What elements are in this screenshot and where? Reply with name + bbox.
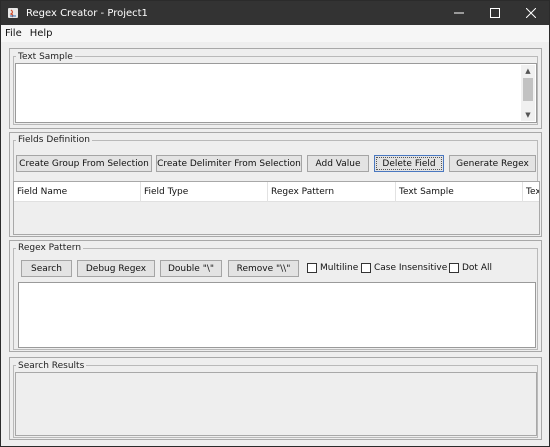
maximize-icon: [490, 8, 500, 18]
title-bar: Regex Creator - Project1: [1, 1, 549, 25]
scroll-down-icon[interactable]: ▼: [521, 109, 535, 121]
fields-definition-panel: Fields Definition Create Group From Sele…: [9, 132, 542, 237]
close-button[interactable]: [513, 1, 549, 25]
fields-definition-legend: Fields Definition: [16, 135, 92, 145]
java-app-icon: [7, 7, 19, 19]
menu-help[interactable]: Help: [26, 28, 57, 39]
search-results-area[interactable]: [15, 372, 537, 436]
create-delimiter-from-selection-button[interactable]: Create Delimiter From Selection: [156, 155, 302, 172]
regex-pattern-textarea[interactable]: [18, 282, 536, 348]
dot-all-label: Dot All: [462, 263, 492, 273]
scroll-up-icon[interactable]: ▲: [521, 65, 535, 77]
dot-all-checkbox[interactable]: Dot All: [449, 263, 492, 273]
text-sample-scrollbar[interactable]: ▲ ▼: [521, 65, 535, 121]
debug-regex-button[interactable]: Debug Regex: [77, 260, 155, 277]
menu-bar: File Help: [1, 25, 549, 42]
search-button[interactable]: Search: [21, 260, 72, 277]
fields-table[interactable]: Field Name Field Type Regex Pattern Text…: [13, 181, 540, 235]
case-insensitive-label: Case Insensitive: [374, 263, 448, 273]
multiline-checkbox-box[interactable]: [307, 263, 317, 273]
maximize-button[interactable]: [477, 1, 513, 25]
regex-pattern-legend: Regex Pattern: [16, 243, 84, 253]
case-insensitive-checkbox[interactable]: Case Insensitive: [361, 263, 447, 273]
dot-all-checkbox-box[interactable]: [449, 263, 459, 273]
menu-file[interactable]: File: [1, 28, 26, 39]
generate-regex-button[interactable]: Generate Regex: [449, 155, 536, 172]
scroll-thumb[interactable]: [523, 78, 533, 101]
minimize-icon: [454, 12, 464, 14]
app-window: Regex Creator - Project1 File Help Text …: [0, 0, 550, 447]
add-value-button[interactable]: Add Value: [307, 155, 369, 172]
search-results-legend: Search Results: [16, 361, 87, 371]
text-sample-textarea[interactable]: ▲ ▼: [15, 63, 537, 123]
search-results-panel: Search Results: [9, 357, 542, 440]
column-header-regex-pattern[interactable]: Regex Pattern: [268, 182, 396, 202]
column-header-tex[interactable]: Tex: [523, 182, 539, 202]
multiline-label: Multiline: [320, 263, 359, 273]
minimize-button[interactable]: [441, 1, 477, 25]
column-header-field-name[interactable]: Field Name: [14, 182, 141, 202]
create-group-from-selection-button[interactable]: Create Group From Selection: [16, 155, 152, 172]
text-sample-panel: Text Sample ▲ ▼: [9, 48, 542, 129]
fields-table-header: Field Name Field Type Regex Pattern Text…: [14, 182, 539, 202]
close-icon: [526, 8, 536, 18]
text-sample-legend: Text Sample: [16, 52, 75, 62]
column-header-text-sample[interactable]: Text Sample: [396, 182, 523, 202]
regex-pattern-panel: Regex Pattern Search Debug Regex Double …: [9, 240, 542, 352]
double-backslash-button[interactable]: Double "\": [160, 260, 222, 277]
remove-backslash-button[interactable]: Remove "\\": [228, 260, 299, 277]
window-title: Regex Creator - Project1: [26, 7, 148, 19]
column-header-field-type[interactable]: Field Type: [141, 182, 268, 202]
multiline-checkbox[interactable]: Multiline: [307, 263, 358, 273]
delete-field-button[interactable]: Delete Field: [374, 155, 444, 172]
case-insensitive-checkbox-box[interactable]: [361, 263, 371, 273]
